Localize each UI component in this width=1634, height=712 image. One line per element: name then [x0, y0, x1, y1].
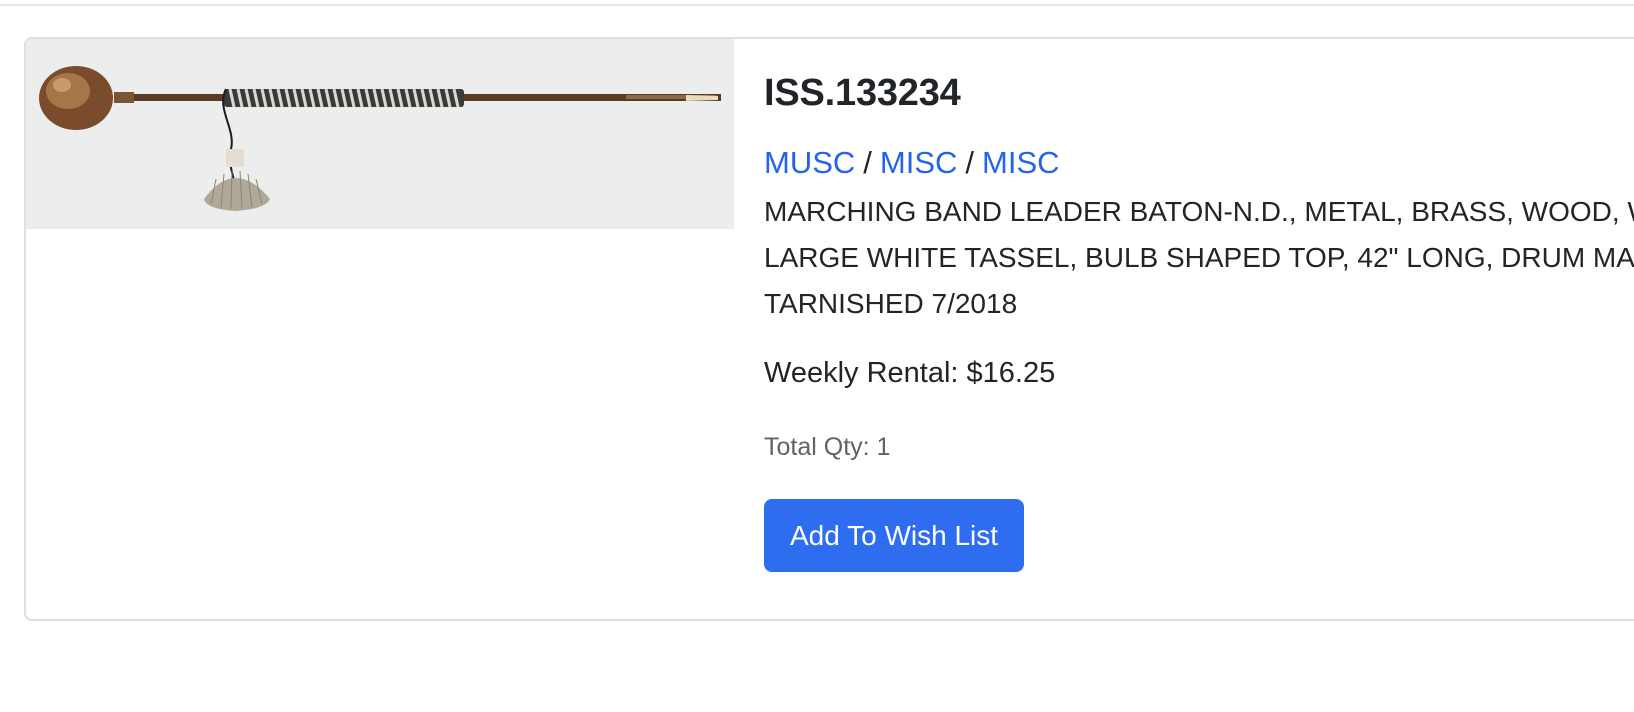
breadcrumb-separator: /	[965, 145, 975, 180]
category-link-3[interactable]: MISC	[982, 145, 1060, 180]
item-description: MARCHING BAND LEADER BATON-N.D., METAL, …	[764, 189, 1634, 327]
product-image[interactable]	[26, 39, 734, 229]
category-link-1[interactable]: MUSC	[764, 145, 855, 180]
item-id-title: ISS.133234	[764, 72, 961, 114]
total-quantity: Total Qty: 1	[764, 433, 891, 461]
description-line: LARGE WHITE TASSEL, BULB SHAPED TOP, 42"…	[764, 242, 1634, 273]
breadcrumb-separator: /	[863, 145, 872, 180]
weekly-rental-price: Weekly Rental: $16.25	[764, 357, 1056, 389]
product-card: ISS.133234 MUSC / MISC / MISC MARCHING BAND …	[24, 37, 1634, 621]
description-line: TARNISHED 7/2018	[764, 288, 1018, 319]
top-divider	[0, 0, 1634, 6]
category-link-2[interactable]: MISC	[880, 145, 958, 180]
category-breadcrumb: MUSC / MISC / MISC	[764, 143, 1634, 183]
add-to-wish-list-button[interactable]: Add To Wish List	[764, 499, 1025, 572]
description-line: MARCHING BAND LEADER BATON-N.D., METAL, …	[764, 196, 1634, 227]
baton-photo	[26, 39, 734, 229]
product-details: ISS.133234 MUSC / MISC / MISC MARCHING BAND …	[734, 39, 1634, 619]
